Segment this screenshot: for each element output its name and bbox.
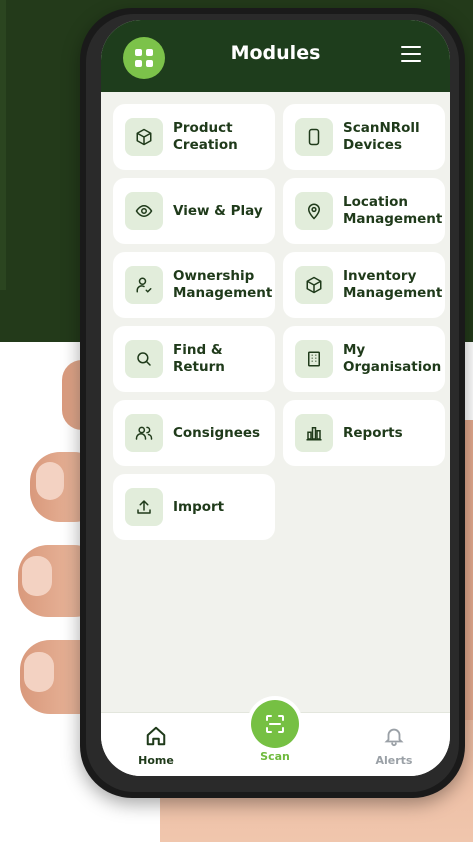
module-label: Reports <box>343 424 403 441</box>
module-find-and-return[interactable]: Find & Return <box>113 326 275 392</box>
eye-icon <box>125 192 163 230</box>
module-reports[interactable]: Reports <box>283 400 445 466</box>
map-pin-icon <box>295 192 333 230</box>
menu-button[interactable] <box>401 46 423 64</box>
phone-device-icon <box>295 118 333 156</box>
module-label: Import <box>173 498 225 515</box>
module-import[interactable]: Import <box>113 474 275 540</box>
app-screen: Modules Product Creation ScanNRoll Devic… <box>101 20 450 776</box>
nav-alerts[interactable]: Alerts <box>354 725 434 767</box>
nail-3 <box>22 556 52 596</box>
upload-icon <box>125 488 163 526</box>
module-view-and-play[interactable]: View & Play <box>113 178 275 244</box>
module-label: View & Play <box>173 202 263 219</box>
module-label: Inventory Management <box>343 268 443 301</box>
bar-chart-icon <box>295 414 333 452</box>
cube-icon <box>295 266 333 304</box>
hamburger-icon <box>401 46 421 48</box>
nav-home[interactable]: Home <box>116 725 196 767</box>
nav-scan-label: Scan <box>260 750 290 763</box>
module-my-organisation[interactable]: My Organisation <box>283 326 445 392</box>
nail-2 <box>36 462 64 500</box>
module-label: Find & Return <box>173 342 225 375</box>
nav-home-label: Home <box>138 754 174 767</box>
app-header: Modules <box>101 20 450 92</box>
scan-icon <box>266 715 284 733</box>
search-icon <box>125 340 163 378</box>
box-icon <box>125 118 163 156</box>
module-label: Ownership Management <box>173 268 273 301</box>
module-label: Consignees <box>173 424 261 441</box>
bell-icon <box>384 728 404 747</box>
home-icon <box>146 726 166 746</box>
module-product-creation[interactable]: Product Creation <box>113 104 275 170</box>
user-check-icon <box>125 266 163 304</box>
nail-4 <box>24 652 54 692</box>
module-consignees[interactable]: Consignees <box>113 400 275 466</box>
module-location-management[interactable]: Location Management <box>283 178 445 244</box>
module-inventory-management[interactable]: Inventory Management <box>283 252 445 318</box>
module-label: My Organisation <box>343 342 442 375</box>
page-title: Modules <box>230 42 321 64</box>
building-icon <box>295 340 333 378</box>
module-label: Product Creation <box>173 120 238 153</box>
nav-alerts-label: Alerts <box>375 754 413 767</box>
background-edge <box>0 0 6 290</box>
module-label: Location Management <box>343 194 443 227</box>
module-label: ScanNRoll Devices <box>343 120 420 153</box>
module-ownership-management[interactable]: Ownership Management <box>113 252 275 318</box>
scan-button[interactable] <box>251 700 299 748</box>
module-scannroll-devices[interactable]: ScanNRoll Devices <box>283 104 445 170</box>
users-icon <box>125 414 163 452</box>
